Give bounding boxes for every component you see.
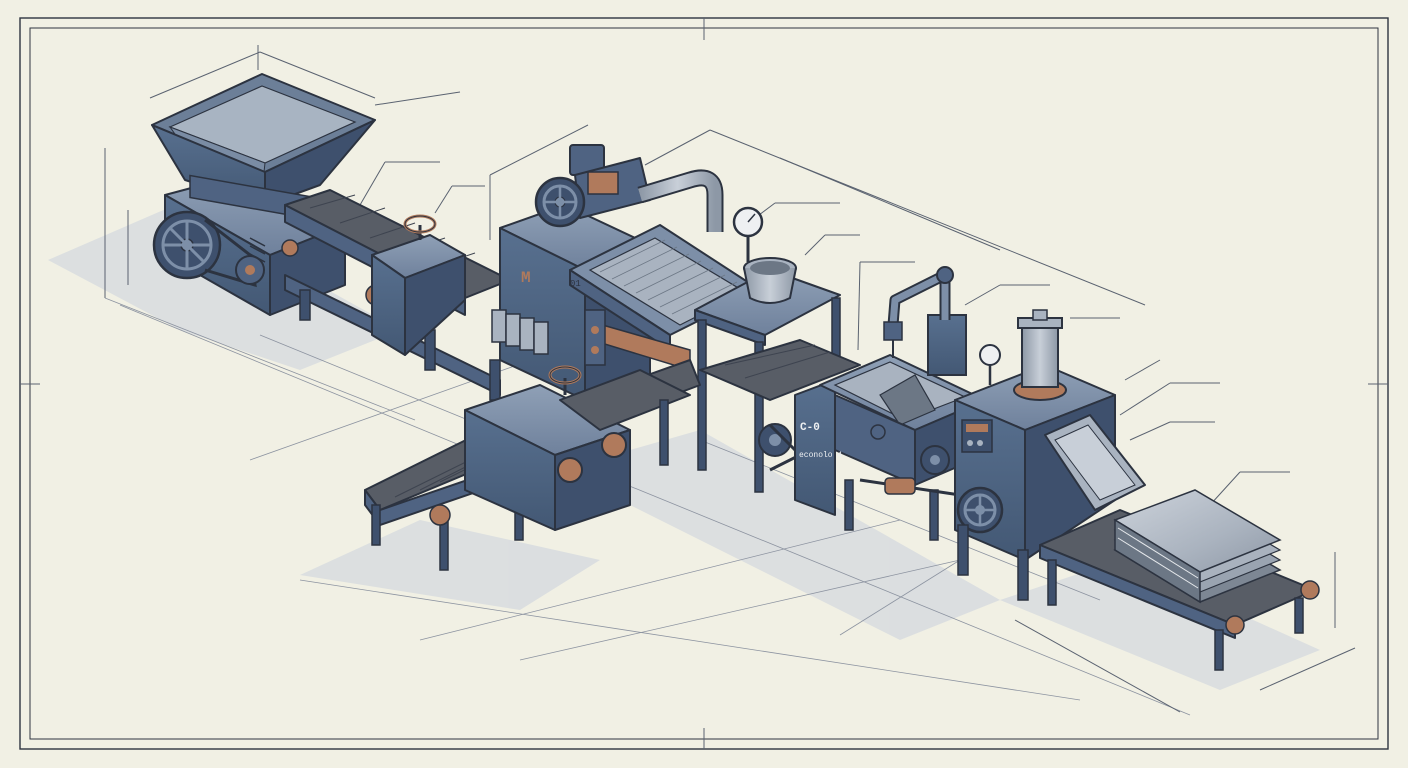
motor-plate-label: M — [521, 269, 531, 287]
assembly-line-diagram: M 01 C-0 econolo 4 — [0, 0, 1408, 768]
module-plate-label: econolo 4 — [799, 451, 842, 460]
panel-code-label: 01 — [570, 279, 581, 289]
module-tag-label: C-0 — [800, 422, 820, 434]
flywheel-icon — [152, 210, 222, 280]
control-panel-icon — [961, 419, 993, 453]
hydraulic-press-icon — [1013, 309, 1067, 401]
